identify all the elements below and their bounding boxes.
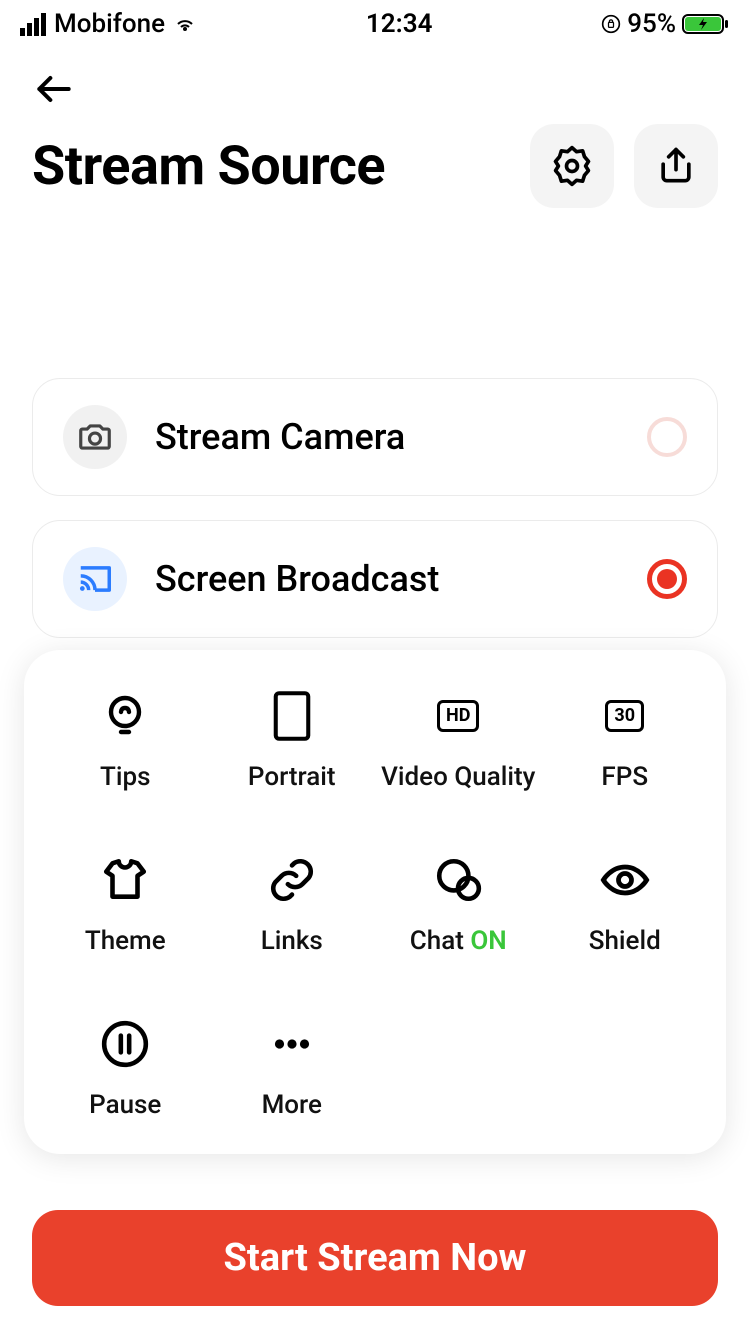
wifi-icon (173, 12, 197, 36)
status-left: Mobifone (20, 9, 197, 39)
status-bar: Mobifone 12:34 95% (0, 0, 750, 44)
quick-theme[interactable]: Theme (42, 852, 209, 956)
tips-icon (97, 688, 153, 744)
cta-label: Start Stream Now (224, 1236, 527, 1280)
fps-icon: 30 (597, 688, 653, 744)
more-icon (264, 1016, 320, 1072)
quick-label: More (262, 1090, 322, 1120)
header: Stream Source (0, 44, 750, 208)
quick-fps[interactable]: 30 FPS (542, 688, 709, 792)
quick-label: Chat ON (410, 926, 507, 956)
quick-pause[interactable]: Pause (42, 1016, 209, 1120)
quick-label: Tips (100, 762, 150, 792)
radio-selected[interactable] (647, 559, 687, 599)
share-icon (654, 144, 698, 188)
status-right: 95% (601, 9, 730, 39)
source-option-broadcast[interactable]: Screen Broadcast (32, 520, 718, 638)
start-stream-button[interactable]: Start Stream Now (32, 1210, 718, 1306)
source-option-camera[interactable]: Stream Camera (32, 378, 718, 496)
battery-pct: 95% (627, 9, 676, 39)
signal-icon (20, 13, 46, 36)
quick-panel: Tips Portrait HD Video Quality 30 FPS Th… (24, 650, 726, 1154)
carrier-text: Mobifone (54, 9, 165, 39)
status-time: 12:34 (366, 9, 433, 39)
quick-label: Portrait (248, 762, 336, 792)
back-arrow-icon (32, 67, 76, 111)
source-label: Stream Camera (155, 416, 619, 458)
quick-label: FPS (601, 762, 648, 792)
quick-chat[interactable]: Chat ON (375, 852, 542, 956)
quick-tips[interactable]: Tips (42, 688, 209, 792)
link-icon (264, 852, 320, 908)
rotation-lock-icon (601, 14, 621, 34)
eye-icon (597, 852, 653, 908)
portrait-icon (264, 688, 320, 744)
quick-label: Links (261, 926, 323, 956)
gear-icon (550, 144, 594, 188)
share-button[interactable] (634, 124, 718, 208)
battery-icon (682, 12, 730, 36)
source-options: Stream Camera Screen Broadcast (0, 378, 750, 638)
quick-more[interactable]: More (209, 1016, 376, 1120)
settings-button[interactable] (530, 124, 614, 208)
tshirt-icon (97, 852, 153, 908)
back-button[interactable] (32, 64, 82, 114)
pause-icon (97, 1016, 153, 1072)
chat-icon (430, 852, 486, 908)
quick-label: Pause (89, 1090, 161, 1120)
quick-links[interactable]: Links (209, 852, 376, 956)
radio-unselected[interactable] (647, 417, 687, 457)
quick-label: Shield (589, 926, 661, 956)
quick-shield[interactable]: Shield (542, 852, 709, 956)
quick-portrait[interactable]: Portrait (209, 688, 376, 792)
quick-video-quality[interactable]: HD Video Quality (375, 688, 542, 792)
camera-icon (63, 405, 127, 469)
quick-label: Theme (85, 926, 166, 956)
source-label: Screen Broadcast (155, 558, 619, 600)
cast-icon (63, 547, 127, 611)
quick-label: Video Quality (381, 762, 535, 792)
hd-icon: HD (430, 688, 486, 744)
page-title: Stream Source (32, 135, 385, 198)
